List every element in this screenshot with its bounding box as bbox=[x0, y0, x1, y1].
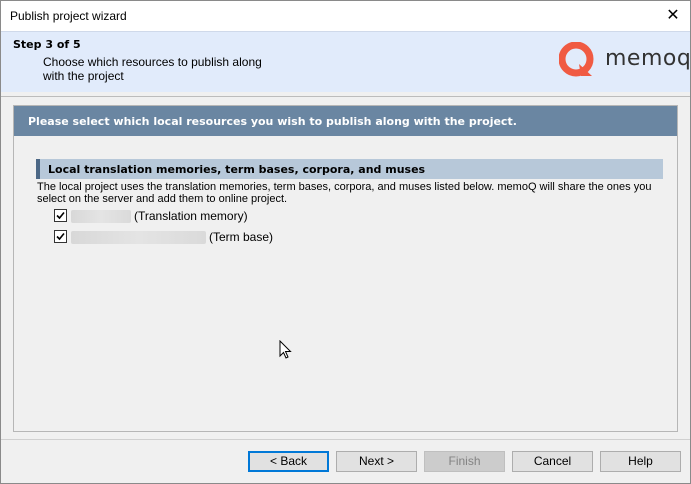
checkmark-icon bbox=[56, 232, 65, 241]
cancel-button[interactable]: Cancel bbox=[512, 451, 593, 472]
resource-type-label: (Translation memory) bbox=[134, 209, 248, 223]
banner-text: Please select which local resources you … bbox=[28, 115, 517, 128]
section-title: Local translation memories, term bases, … bbox=[48, 163, 426, 176]
memoq-logo: memoq bbox=[559, 42, 691, 80]
content-panel: Please select which local resources you … bbox=[13, 105, 678, 432]
memoq-logo-icon bbox=[559, 42, 594, 77]
window-title: Publish project wizard bbox=[10, 9, 127, 23]
instruction-banner: Please select which local resources you … bbox=[14, 106, 677, 136]
next-button[interactable]: Next > bbox=[336, 451, 417, 472]
section-header: Local translation memories, term bases, … bbox=[36, 159, 663, 179]
help-button[interactable]: Help bbox=[600, 451, 681, 472]
mouse-cursor-icon bbox=[279, 340, 292, 359]
header-separator bbox=[1, 96, 690, 97]
logo-text: memoq bbox=[605, 46, 691, 71]
close-icon[interactable]: ✕ bbox=[662, 5, 684, 27]
step-indicator: Step 3 of 5 bbox=[13, 38, 81, 51]
resource-type-label: (Term base) bbox=[209, 230, 274, 244]
resource-checkbox[interactable] bbox=[54, 209, 67, 222]
section-description: The local project uses the translation m… bbox=[37, 181, 652, 205]
back-button[interactable]: < Back bbox=[248, 451, 329, 472]
footer-separator bbox=[1, 439, 690, 440]
resource-checkbox[interactable] bbox=[54, 230, 67, 243]
title-bar: Publish project wizard ✕ bbox=[1, 1, 690, 31]
wizard-header: Step 3 of 5 Choose which resources to pu… bbox=[1, 31, 691, 92]
checkmark-icon bbox=[56, 211, 65, 220]
resource-name-redacted bbox=[71, 231, 206, 244]
wizard-window: Publish project wizard ✕ Step 3 of 5 Cho… bbox=[0, 0, 691, 484]
step-description: Choose which resources to publish along … bbox=[43, 55, 262, 83]
finish-button[interactable]: Finish bbox=[424, 451, 505, 472]
resource-name-redacted bbox=[71, 210, 131, 223]
